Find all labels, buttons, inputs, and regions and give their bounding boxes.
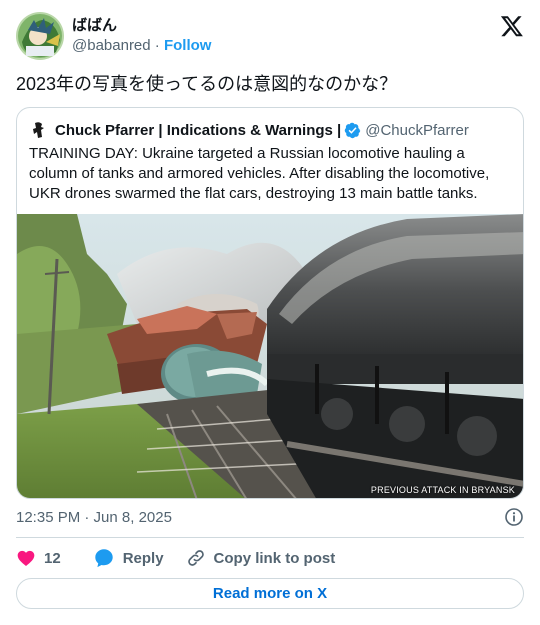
author-avatar[interactable] <box>16 12 64 60</box>
copy-link-label: Copy link to post <box>213 549 336 567</box>
divider <box>16 537 524 538</box>
follow-button[interactable]: Follow <box>164 37 212 54</box>
like-count: 12 <box>44 549 61 567</box>
verified-badge-icon <box>345 122 361 138</box>
author-display-name[interactable]: ばばん <box>72 16 211 36</box>
embedded-post-card: ばばん @babanred · Follow 2023年の写真を使ってるのは意図… <box>0 0 540 625</box>
read-more-button[interactable]: Read more on X <box>16 578 524 609</box>
media-caption: PREVIOUS ATTACK IN BRYANSK <box>370 485 515 495</box>
reply-button[interactable]: Reply <box>93 547 164 569</box>
quoted-post-image[interactable]: PREVIOUS ATTACK IN BRYANSK <box>17 214 523 498</box>
post-text: 2023年の写真を使ってるのは意図的なのかな？ <box>16 74 398 94</box>
info-icon[interactable] <box>504 507 524 527</box>
like-button[interactable]: 12 <box>16 548 93 568</box>
post-timestamp[interactable]: 12:35 PM · Jun 8, 2025 <box>16 509 172 526</box>
post-meta: 12:35 PM · Jun 8, 2025 <box>16 506 524 528</box>
post-actions: 12 Reply Copy link to post <box>16 546 524 570</box>
quoted-author-name[interactable]: Chuck Pfarrer | Indications & Warnings | <box>55 122 341 139</box>
post-header: ばばん @babanred · Follow <box>16 12 524 60</box>
author-handle-row: @babanred · Follow <box>72 36 211 56</box>
quoted-author-handle[interactable]: @ChuckPfarrer <box>365 122 469 139</box>
quoted-post[interactable]: Chuck Pfarrer | Indications & Warnings |… <box>16 107 524 499</box>
quoted-post-header: Chuck Pfarrer | Indications & Warnings |… <box>29 120 511 140</box>
reply-icon <box>94 549 113 568</box>
quoted-post-text: TRAINING DAY: Ukraine targeted a Russian… <box>29 145 490 202</box>
copy-link-button[interactable]: Copy link to post <box>186 548 336 568</box>
link-icon <box>187 550 204 566</box>
author-handle[interactable]: @babanred <box>72 37 151 54</box>
reply-label: Reply <box>122 549 164 567</box>
handle-separator: · <box>154 37 160 54</box>
heart-icon <box>17 550 35 566</box>
author-info: ばばん @babanred · Follow <box>72 16 211 56</box>
quoted-author-avatar[interactable] <box>29 120 49 140</box>
x-logo-icon[interactable] <box>500 14 524 38</box>
